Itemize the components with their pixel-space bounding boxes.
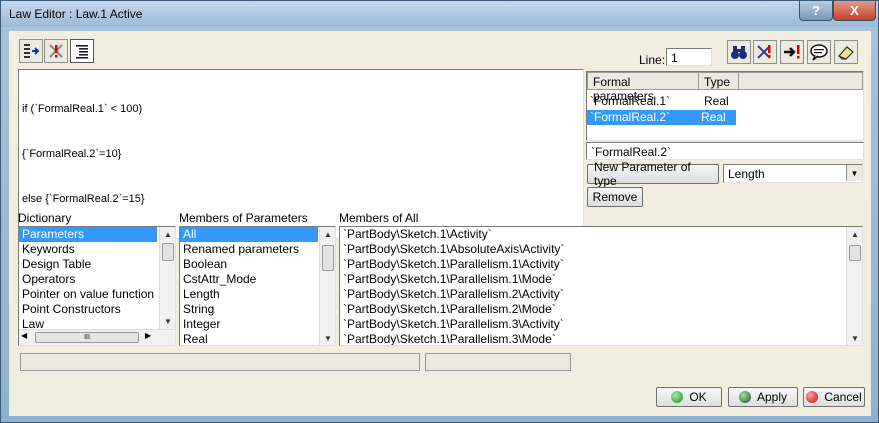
close-button[interactable]: X	[833, 1, 876, 21]
law-editor-window: Law Editor : Law.1 Active ? X Line: 1 if…	[0, 0, 879, 423]
list-item[interactable]: `PartBody\Sketch.1\AbsoluteAxis\Activity…	[340, 242, 862, 257]
column-header-type[interactable]: Type	[699, 72, 739, 90]
ok-button[interactable]: OK	[656, 387, 722, 407]
list-item[interactable]: Parameters	[19, 227, 157, 242]
cancel-icon	[806, 391, 819, 403]
title-bar: Law Editor : Law.1 Active ? X	[1, 1, 878, 27]
scroll-down-icon[interactable]: ▼	[847, 331, 862, 345]
list-item[interactable]: Boolean	[180, 257, 335, 272]
apply-button[interactable]: Apply	[728, 387, 798, 407]
list-item[interactable]: `PartBody\Sketch.1\Parallelism.2\Mode`	[340, 302, 862, 317]
list-item[interactable]: Point Constructors	[19, 302, 157, 317]
code-line: if (`FormalReal.1` < 100)	[22, 103, 143, 115]
list-item[interactable]: All	[180, 227, 318, 242]
new-parameter-button[interactable]: New Parameter of type	[587, 160, 719, 188]
list-item[interactable]: `PartBody\Sketch.1\Parallelism.3\Mode`	[340, 332, 862, 345]
list-item[interactable]: Operators	[19, 272, 157, 287]
list-item[interactable]: Length	[180, 287, 335, 302]
help-button[interactable]: ?	[799, 1, 833, 21]
remove-button[interactable]: Remove	[587, 187, 643, 207]
ok-label: OK	[689, 390, 707, 404]
dictionary-vertical-scrollbar[interactable]: ▲ ▼	[159, 227, 175, 329]
scroll-down-icon[interactable]: ▼	[160, 314, 175, 328]
list-item[interactable]: `PartBody\Sketch.1\Parallelism.2\Activit…	[340, 287, 862, 302]
dialog-body: Line: 1 if (`FormalReal.1` < 100) {`Form…	[9, 31, 871, 416]
param-name-cell: `FormalReal.2`	[590, 110, 671, 124]
list-item[interactable]: `PartBody\Sketch.1\Activity`	[340, 227, 862, 242]
list-item[interactable]: Real	[180, 332, 335, 345]
selected-parameter-field[interactable]: `FormalReal.2`	[586, 142, 864, 160]
scroll-thumb[interactable]	[322, 245, 334, 271]
list-item[interactable]: Integer	[180, 317, 335, 332]
list-item[interactable]: `PartBody\Sketch.1\Parallelism.1\Activit…	[340, 257, 862, 272]
column-header-formal-parameters[interactable]: Formal parameters	[587, 72, 699, 103]
error-icon[interactable]	[44, 39, 68, 63]
apply-label: Apply	[756, 390, 788, 404]
column-header-empty	[739, 72, 863, 90]
scroll-down-icon[interactable]: ▼	[320, 331, 335, 345]
scroll-thumb[interactable]	[849, 245, 861, 261]
binoculars-icon[interactable]	[727, 40, 751, 64]
list-item[interactable]: CstAttr_Mode	[180, 272, 335, 287]
scroll-thumb[interactable]	[162, 243, 174, 261]
formal-parameters-table: Formal parameters Type `FormalReal.1` Re…	[586, 71, 864, 141]
parameter-type-value: Length	[728, 167, 765, 181]
selected-param-row[interactable]: `FormalReal.2` Real	[587, 110, 736, 125]
scroll-up-icon[interactable]: ▲	[320, 227, 335, 241]
status-bar-secondary	[425, 353, 571, 371]
comment-icon[interactable]	[807, 40, 831, 64]
list-item[interactable]: `PartBody\Sketch.1\Parallelism.3\Activit…	[340, 317, 862, 332]
list-item[interactable]: `PartBody\Sketch.1\Parallelism.1\Mode`	[340, 272, 862, 287]
text-align-icon[interactable]	[70, 39, 94, 63]
line-label: Line:	[639, 53, 666, 67]
ok-icon	[671, 391, 684, 403]
eraser-icon[interactable]	[834, 40, 858, 64]
members-of-all-list: `PartBody\Sketch.1\Activity` `PartBody\S…	[339, 226, 863, 346]
scroll-up-icon[interactable]: ▲	[847, 227, 862, 241]
param-name-cell[interactable]: `FormalReal.1`	[587, 94, 695, 109]
param-type-cell: Real	[701, 110, 726, 124]
members-of-parameters-scrollbar[interactable]: ▲ ▼	[319, 227, 335, 345]
scroll-right-icon[interactable]: ▶	[145, 331, 151, 340]
line-input[interactable]: 1	[666, 48, 712, 66]
apply-icon	[738, 391, 751, 403]
jump-error-icon[interactable]	[780, 40, 804, 64]
status-bar-main	[20, 353, 420, 371]
code-line: else {`FormalReal.2`=15}	[22, 193, 145, 205]
import-icon[interactable]	[19, 39, 43, 63]
members-of-all-scrollbar[interactable]: ▲ ▼	[846, 227, 862, 345]
dictionary-list: Parameters Keywords Design Table Operato…	[18, 226, 176, 346]
cancel-button[interactable]: Cancel	[803, 387, 865, 407]
scroll-thumb[interactable]: III	[35, 332, 139, 343]
members-of-parameters-label: Members of Parameters	[179, 211, 308, 225]
list-item[interactable]: Keywords	[19, 242, 157, 257]
cancel-label: Cancel	[824, 390, 862, 404]
dictionary-label: Dictionary	[18, 211, 72, 225]
list-item[interactable]: Design Table	[19, 257, 157, 272]
scroll-left-icon[interactable]: ◀	[21, 331, 27, 340]
list-item[interactable]: String	[180, 302, 335, 317]
list-item[interactable]: Pointer on value function	[19, 287, 157, 302]
diagnose-icon[interactable]	[753, 40, 777, 64]
code-line: {`FormalReal.2`=10}	[22, 148, 122, 160]
chevron-down-icon[interactable]: ▼	[846, 165, 862, 181]
scroll-up-icon[interactable]: ▲	[160, 227, 175, 241]
parameter-type-select[interactable]: Length ▼	[723, 164, 863, 183]
list-item[interactable]: Renamed parameters	[180, 242, 335, 257]
window-title: Law Editor : Law.1 Active	[9, 7, 143, 21]
param-type-cell[interactable]: Real	[701, 94, 741, 109]
members-of-all-label: Members of All	[339, 211, 419, 225]
dictionary-horizontal-scrollbar[interactable]: ◀ III ▶	[19, 329, 175, 345]
members-of-parameters-list: All Renamed parameters Boolean CstAttr_M…	[179, 226, 336, 346]
